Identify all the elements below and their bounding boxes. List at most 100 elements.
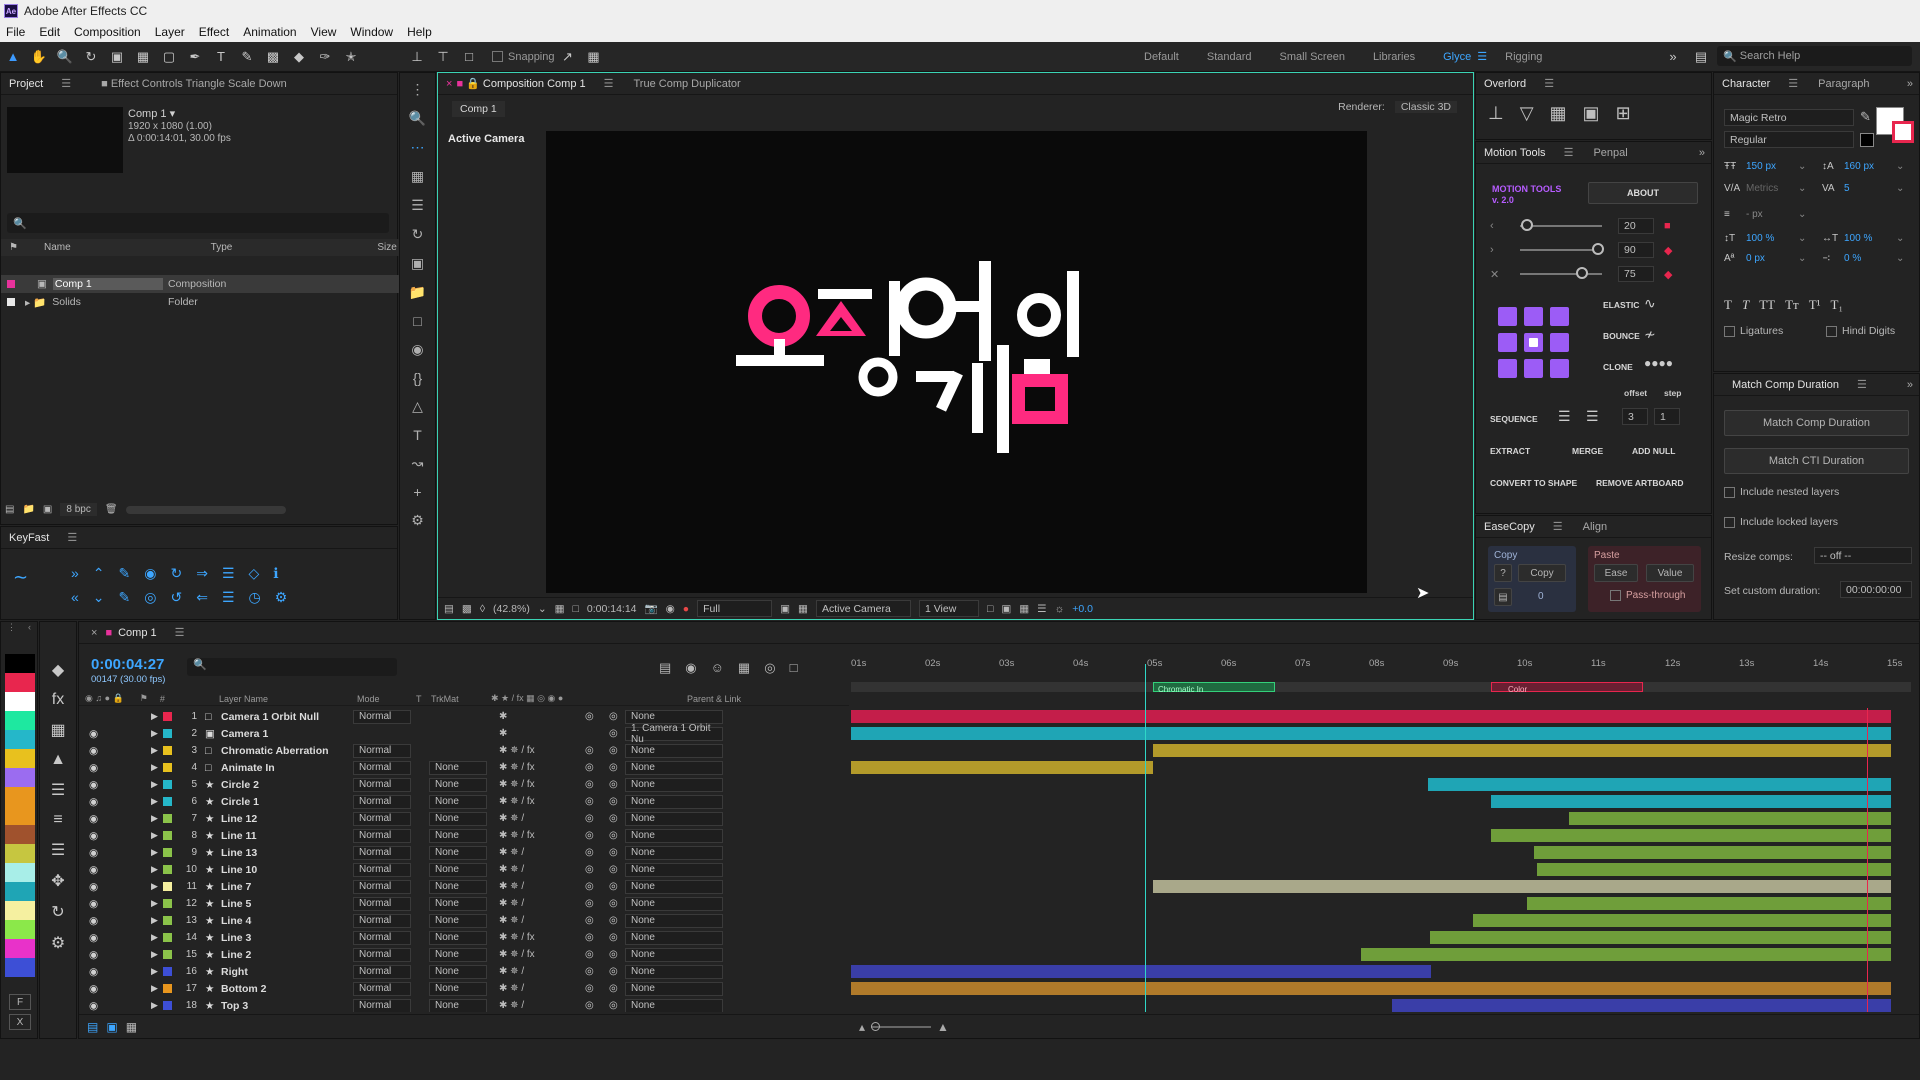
timeline-timecode[interactable]: 0:00:04:27 [91, 656, 164, 673]
character-menu-icon[interactable]: ☰ [1788, 77, 1798, 90]
layer-switches-icon[interactable]: ✱ ✵ / fx [499, 796, 535, 807]
motion-slider-track[interactable] [1520, 267, 1602, 279]
motion-blur-icon[interactable]: ◎ [764, 660, 775, 676]
layer-name[interactable]: Animate In [221, 762, 275, 774]
expand-icon[interactable]: » [1699, 147, 1705, 159]
undo-key-icon[interactable]: ↺ [170, 589, 182, 606]
layer-mode-select[interactable]: Normal [353, 794, 411, 809]
color-swatch[interactable] [5, 958, 35, 977]
char-size-value[interactable]: 150 px [1746, 161, 1792, 172]
layer-3d-icon[interactable]: ◎ [585, 711, 594, 722]
zoom-value[interactable]: (42.8%) [493, 603, 530, 615]
item-label-color[interactable] [7, 298, 15, 306]
layer-mode-select[interactable]: Normal [353, 743, 411, 758]
layer-mode-select[interactable]: Normal [353, 947, 411, 962]
layer-mode-select[interactable]: Normal [353, 777, 411, 792]
twirl-icon[interactable]: ▶ [151, 830, 158, 841]
layer-name[interactable]: Line 12 [221, 813, 257, 825]
char-kerning-chevron-icon[interactable]: ⌄ [1798, 183, 1806, 194]
layer-3d-icon[interactable]: ◎ [585, 932, 594, 943]
strip-settings-icon[interactable]: ⚙ [411, 512, 424, 529]
col-parent[interactable]: Parent & Link [687, 694, 741, 704]
color-swatch[interactable] [5, 768, 35, 787]
layer-switches-icon[interactable]: ✱ [499, 728, 507, 739]
layer-3d-icon[interactable]: ◎ [585, 830, 594, 841]
about-button[interactable]: ABOUT [1588, 182, 1698, 204]
distribute-tool-icon[interactable]: ≡ [53, 811, 62, 829]
layer-switches-icon[interactable]: ✱ ✵ / [499, 813, 524, 824]
col-type[interactable]: Type [211, 242, 233, 253]
pixel-aspect-icon[interactable]: □ [987, 603, 993, 615]
pass-through-box[interactable] [1610, 590, 1621, 601]
playhead[interactable] [1145, 664, 1147, 1012]
zoom-track[interactable] [871, 1021, 932, 1031]
viewer-timecode[interactable]: 0:00:14:14 [587, 603, 637, 615]
layer-name[interactable]: Line 7 [221, 881, 251, 893]
layer-parent-select[interactable]: None [625, 964, 723, 979]
frame-blending-icon[interactable]: ▦ [738, 660, 750, 676]
col-name[interactable]: Name [44, 242, 71, 253]
layer-duration-bar[interactable] [851, 965, 1432, 978]
new-comp-icon[interactable]: ▣ [43, 504, 52, 515]
layer-label-color[interactable] [163, 780, 172, 789]
sequence-step-input[interactable]: 1 [1654, 408, 1680, 425]
move-tool-icon[interactable]: ✥ [51, 871, 64, 891]
strip-type-icon[interactable]: T [413, 427, 422, 443]
flowchart-icon[interactable]: ☰ [1037, 603, 1046, 615]
timeline-search-input[interactable]: 🔍 [187, 658, 397, 676]
layer-switches-icon[interactable]: ✱ ✵ / [499, 864, 524, 875]
layer-label-color[interactable] [163, 916, 172, 925]
char-tracking-value[interactable]: 5 [1844, 183, 1890, 194]
layer-row[interactable]: ◉ ▶ 12 ★ Line 5 Normal None ✱ ✵ / ◎ ◎ None [79, 895, 849, 912]
snap-edges-icon[interactable]: ↗ [558, 47, 578, 67]
twirl-icon[interactable]: ▶ [151, 796, 158, 807]
layer-row[interactable]: ◉ ▶ 8 ★ Line 11 Normal None ✱ ✵ / fx ◎ ◎ None [79, 827, 849, 844]
layer-duration-bar[interactable] [851, 982, 1891, 995]
search-help-input[interactable]: 🔍 Search Help [1717, 46, 1912, 66]
type-tool-icon[interactable]: T [211, 47, 231, 67]
comp-name[interactable]: Comp 1 ▾ [128, 107, 175, 120]
comp-canvas[interactable] [546, 131, 1367, 593]
visibility-eye-icon[interactable]: ◉ [89, 745, 98, 757]
twirl-icon[interactable]: ▶ [151, 711, 158, 722]
visibility-eye-icon[interactable]: ◉ [89, 932, 98, 944]
zoom-in-icon[interactable]: ▲ [937, 1020, 949, 1034]
info-icon[interactable]: ℹ [273, 565, 278, 582]
twirl-icon[interactable]: ▶ [151, 847, 158, 858]
char-tracking-chevron-icon[interactable]: ⌄ [1896, 183, 1904, 194]
text-style-button[interactable]: T [1742, 297, 1749, 313]
layer-label-color[interactable] [163, 950, 172, 959]
parent-pickwhip-icon[interactable]: ◎ [609, 711, 618, 722]
layer-parent-select[interactable]: None [625, 862, 723, 877]
anchor-point-button[interactable] [1550, 307, 1569, 326]
color-swatch[interactable] [5, 673, 35, 692]
include-nested-checkbox[interactable]: Include nested layers [1724, 486, 1839, 498]
toggle-duration-icon[interactable]: ▦ [126, 1020, 137, 1034]
layer-parent-select[interactable]: None [625, 760, 723, 775]
layer-row[interactable]: ◉ ▶ 9 ★ Line 13 Normal None ✱ ✵ / ◎ ◎ None [79, 844, 849, 861]
tab-true-comp-duplicator[interactable]: True Comp Duplicator [634, 78, 741, 90]
layer-parent-select[interactable]: None [625, 743, 723, 758]
timeline-close-icon[interactable]: × [91, 627, 97, 639]
roi-icon[interactable]: ▣ [780, 603, 790, 615]
sequence-right-icon[interactable]: ☰ [1586, 408, 1599, 425]
visibility-eye-icon[interactable]: ◉ [89, 779, 98, 791]
layer-3d-icon[interactable]: ◎ [585, 881, 594, 892]
more-workspaces-icon[interactable]: » [1663, 47, 1683, 67]
layer-name[interactable]: Line 4 [221, 915, 251, 927]
parent-pickwhip-icon[interactable]: ◎ [609, 813, 618, 824]
camera-select[interactable]: Active Camera [815, 600, 911, 617]
visibility-eye-icon[interactable]: ◉ [89, 762, 98, 774]
anchor-point-button[interactable] [1550, 359, 1569, 378]
layer-row[interactable]: ◉ ▶ 7 ★ Line 12 Normal None ✱ ✵ / ◎ ◎ None [79, 810, 849, 827]
layer-3d-icon[interactable]: ◎ [585, 898, 594, 909]
parent-pickwhip-icon[interactable]: ◎ [609, 830, 618, 841]
sequence-button[interactable]: SEQUENCE [1490, 414, 1538, 424]
layer-parent-select[interactable]: None [625, 879, 723, 894]
visibility-eye-icon[interactable]: ◉ [89, 966, 98, 978]
menu-effect[interactable]: Effect [199, 25, 229, 39]
clone-stamp-tool-icon[interactable]: ▩ [263, 47, 283, 67]
color-swatch[interactable] [5, 749, 35, 768]
strip-rotate-icon[interactable]: ↻ [412, 226, 424, 243]
layer-3d-icon[interactable]: ◎ [585, 779, 594, 790]
